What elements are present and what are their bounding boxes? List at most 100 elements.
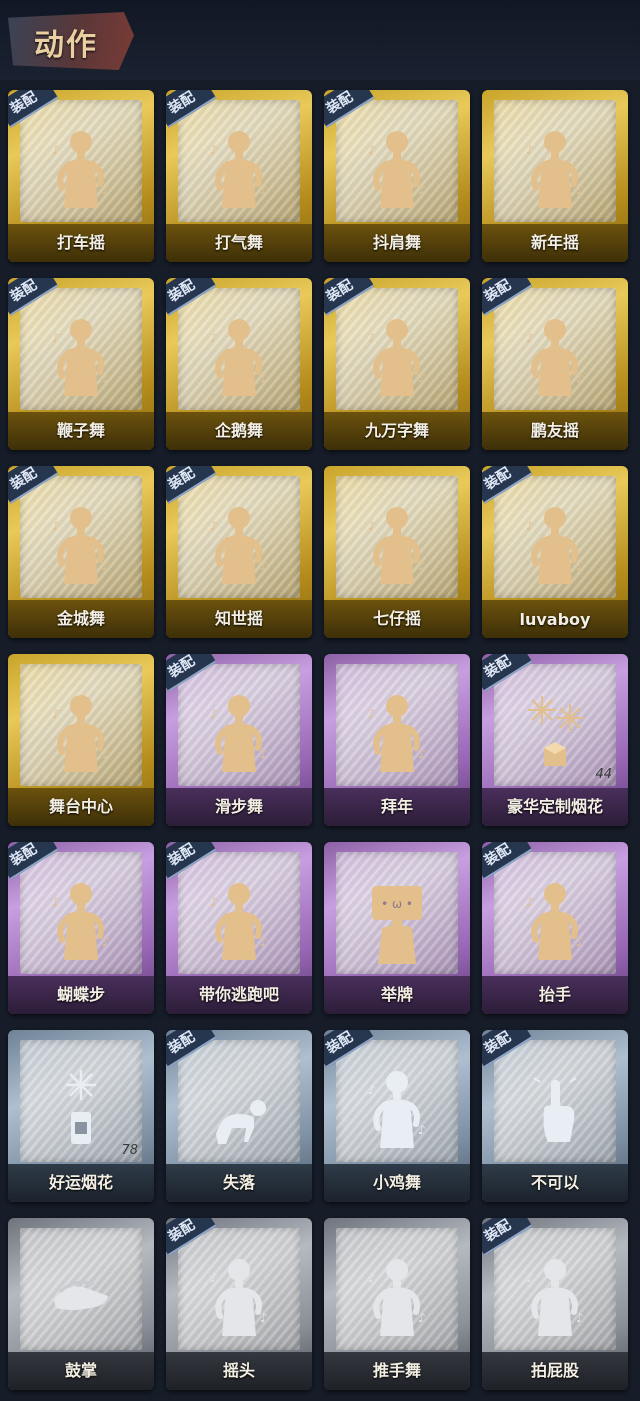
- action-card[interactable]: 鼓掌: [8, 1218, 154, 1390]
- finger-wag-icon: [520, 1064, 590, 1154]
- figure-dance-icon: ♪ ♪: [204, 500, 274, 590]
- figure-crawl-icon: [204, 1064, 274, 1154]
- action-card[interactable]: ♪ ♪ 鞭子舞 装配: [8, 278, 154, 450]
- card-label: 举牌: [380, 985, 413, 1004]
- card-label: luvaboy: [519, 610, 591, 629]
- action-card[interactable]: ♪ ♪ 抬手 装配: [482, 842, 628, 1014]
- card-label: 九万字舞: [364, 421, 429, 440]
- action-card[interactable]: ♪ ♪ 鹏友摇 装配: [482, 278, 628, 450]
- svg-text:♪: ♪: [260, 747, 268, 761]
- figure-dance-icon: ♪ ♪: [362, 124, 432, 214]
- svg-text:♪: ♪: [210, 895, 218, 909]
- card-label: 打车摇: [56, 233, 105, 252]
- card-label: 抖肩舞: [372, 233, 421, 252]
- clapping-hands-icon: [46, 1252, 116, 1342]
- svg-text:♪: ♪: [260, 559, 268, 573]
- action-card[interactable]: ♪ ♪ 滑步舞 装配: [166, 654, 312, 826]
- card-label: 抬手: [538, 985, 571, 1004]
- svg-text:♪: ♪: [418, 1123, 426, 1137]
- card-label: 滑步舞: [214, 797, 263, 816]
- svg-text:♪: ♪: [418, 747, 426, 761]
- action-card[interactable]: ♪ ♪ 蝴蝶步 装配: [8, 842, 154, 1014]
- card-label: 好运烟花: [48, 1173, 113, 1192]
- action-card[interactable]: 不可以 装配: [482, 1030, 628, 1202]
- figure-pat-icon: ♪ ♪: [520, 1252, 590, 1342]
- card-label: 打气舞: [214, 233, 263, 252]
- action-card[interactable]: ♪ ♪ 摇头 装配: [166, 1218, 312, 1390]
- item-count: 78: [121, 1143, 138, 1158]
- figure-point-icon: ♪ ♪: [46, 876, 116, 966]
- action-card[interactable]: ♪ ♪ 抖肩舞 装配: [324, 90, 470, 262]
- figure-dance-icon: ♪ ♪: [362, 312, 432, 402]
- svg-text:♪: ♪: [576, 371, 584, 385]
- card-label: 拜年: [380, 797, 413, 816]
- card-label: 不可以: [530, 1173, 579, 1192]
- action-card[interactable]: ♪ ♪ 打车摇 装配: [8, 90, 154, 262]
- svg-text:♪: ♪: [260, 1311, 268, 1325]
- action-card[interactable]: ♪ ♪ 拍屁股 装配: [482, 1218, 628, 1390]
- card-label: 鼓掌: [64, 1361, 97, 1380]
- action-card[interactable]: ♪ ♪ 知世摇 装配: [166, 466, 312, 638]
- svg-text:♪: ♪: [418, 1311, 426, 1325]
- action-card[interactable]: ♪ ♪ 新年摇: [482, 90, 628, 262]
- svg-text:♪: ♪: [418, 371, 426, 385]
- action-card[interactable]: ♪ ♪ luvaboy 装配: [482, 466, 628, 638]
- svg-text:♪: ♪: [260, 935, 268, 949]
- action-card[interactable]: 失落 装配: [166, 1030, 312, 1202]
- action-card[interactable]: • ω • 举牌: [324, 842, 470, 1014]
- svg-text:♪: ♪: [102, 371, 110, 385]
- svg-text:♪: ♪: [210, 143, 218, 157]
- svg-text:♪: ♪: [210, 331, 218, 345]
- svg-text:♪: ♪: [52, 707, 60, 721]
- card-label: 新年摇: [530, 233, 579, 252]
- card-label: 失落: [222, 1173, 255, 1192]
- svg-text:♪: ♪: [210, 707, 218, 721]
- action-card[interactable]: ♪ ♪ 小鸡舞 装配: [324, 1030, 470, 1202]
- figure-shake-head-icon: ♪ ♪: [204, 1252, 274, 1342]
- svg-text:♪: ♪: [102, 183, 110, 197]
- figure-dance-icon: ♪ ♪: [204, 124, 274, 214]
- figure-dance-icon: ♪ ♪: [46, 688, 116, 778]
- fireworks-can-icon: [46, 1064, 116, 1154]
- svg-text:♪: ♪: [576, 183, 584, 197]
- svg-text:♪: ♪: [368, 519, 376, 533]
- card-label: 豪华定制烟花: [506, 797, 603, 816]
- action-card[interactable]: ♪ ♪ 舞台中心: [8, 654, 154, 826]
- action-card[interactable]: ♪ ♪ 拜年: [324, 654, 470, 826]
- svg-text:♪: ♪: [576, 559, 584, 573]
- action-grid: ♪ ♪ 打车摇 装配 ♪ ♪ 打气舞 装配 ♪ ♪ 抖肩舞 装配 ♪ ♪ 新年摇 ♪ …: [0, 0, 640, 1401]
- action-card[interactable]: 44 豪华定制烟花 装配: [482, 654, 628, 826]
- action-card[interactable]: ♪ ♪ 推手舞: [324, 1218, 470, 1390]
- action-card[interactable]: 78 好运烟花: [8, 1030, 154, 1202]
- figure-point-icon: ♪ ♪: [204, 876, 274, 966]
- figure-dance-icon: ♪ ♪: [46, 312, 116, 402]
- action-card[interactable]: ♪ ♪ 企鹅舞 装配: [166, 278, 312, 450]
- card-label: 舞台中心: [48, 797, 113, 816]
- svg-text:♪: ♪: [526, 519, 534, 533]
- card-label: 鹏友摇: [530, 421, 579, 440]
- action-card[interactable]: ♪ ♪ 九万字舞 装配: [324, 278, 470, 450]
- svg-text:♪: ♪: [418, 559, 426, 573]
- action-card[interactable]: ♪ ♪ 金城舞 装配: [8, 466, 154, 638]
- svg-text:♪: ♪: [576, 1311, 584, 1325]
- card-label: 摇头: [222, 1361, 255, 1380]
- svg-text:♪: ♪: [52, 143, 60, 157]
- card-label: 小鸡舞: [372, 1173, 421, 1192]
- svg-text:♪: ♪: [260, 371, 268, 385]
- card-label: 七仔摇: [372, 609, 421, 628]
- figure-chicken-icon: ♪ ♪: [362, 1064, 432, 1154]
- action-card[interactable]: ♪ ♪ 打气舞 装配: [166, 90, 312, 262]
- action-card[interactable]: ♪ ♪ 带你逃跑吧 装配: [166, 842, 312, 1014]
- card-label: 企鹅舞: [214, 421, 263, 440]
- svg-text:♪: ♪: [210, 519, 218, 533]
- svg-text:♪: ♪: [418, 183, 426, 197]
- figure-dance-icon: ♪ ♪: [520, 124, 590, 214]
- figure-push-hands-icon: ♪ ♪: [362, 1252, 432, 1342]
- action-card[interactable]: ♪ ♪ 七仔摇: [324, 466, 470, 638]
- figure-bow-icon: ♪ ♪: [362, 688, 432, 778]
- svg-text:♪: ♪: [368, 331, 376, 345]
- svg-text:♪: ♪: [52, 895, 60, 909]
- svg-text:♪: ♪: [368, 1083, 376, 1097]
- svg-text:♪: ♪: [260, 183, 268, 197]
- card-label: 带你逃跑吧: [198, 985, 279, 1004]
